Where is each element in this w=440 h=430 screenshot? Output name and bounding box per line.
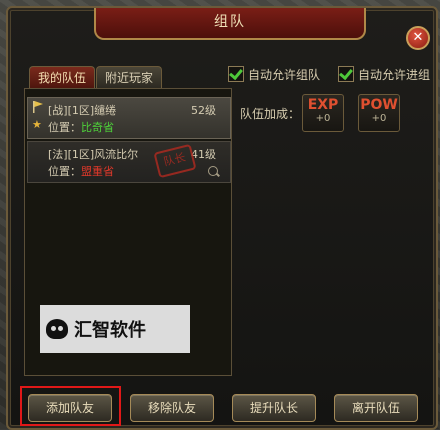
- member-location: 位置：比奇省: [48, 119, 114, 135]
- pow-bonus: POW +0: [358, 94, 400, 132]
- location-value: 比奇省: [81, 121, 114, 134]
- close-button[interactable]: ✕: [406, 26, 430, 50]
- team-bonus-label: 队伍加成：: [240, 107, 301, 121]
- tab-my-team[interactable]: 我的队伍: [29, 66, 96, 89]
- magnifier-icon[interactable]: [208, 166, 218, 176]
- remove-teammate-button[interactable]: 移除队友: [130, 394, 214, 422]
- member-name: [法][1区]风流比尔: [48, 148, 139, 161]
- auto-allow-join-label: 自动允许进组: [358, 68, 431, 82]
- panel-title: 组队: [94, 8, 366, 40]
- leader-stamp: 队长: [153, 143, 197, 179]
- team-panel: 组队 ✕ 我的队伍 附近玩家 自动允许组队 自动允许进组 ★ [战][1区]缱绻…: [6, 6, 438, 430]
- exp-bonus: EXP +0: [302, 94, 344, 132]
- location-value: 盟重省: [81, 165, 114, 178]
- star-icon: ★: [32, 118, 42, 131]
- member-level: 41级: [191, 148, 216, 161]
- watermark: 汇智软件: [40, 305, 190, 353]
- close-icon: ✕: [412, 30, 424, 45]
- auto-allow-join-checkbox[interactable]: 自动允许进组: [338, 66, 430, 84]
- watermark-text: 汇智软件: [74, 320, 146, 341]
- pow-bonus-value: +0: [371, 113, 387, 124]
- checkbox-checked-icon: [228, 66, 244, 82]
- member-location: 位置：盟重省: [48, 163, 114, 179]
- tab-nearby-players[interactable]: 附近玩家: [96, 66, 163, 89]
- location-label: 位置：: [48, 121, 81, 134]
- exp-bonus-value: +0: [315, 113, 331, 124]
- member-name: [战][1区]缱绻: [48, 104, 117, 117]
- auto-allow-team-label: 自动允许组队: [248, 68, 321, 82]
- auto-allow-team-checkbox[interactable]: 自动允许组队: [228, 66, 320, 84]
- leave-team-button[interactable]: 离开队伍: [334, 394, 418, 422]
- member-row-1[interactable]: ★ [战][1区]缱绻 52级 位置：比奇省: [27, 97, 231, 139]
- checkbox-checked-icon: [338, 66, 354, 82]
- pow-bonus-name: POW: [360, 97, 398, 113]
- member-level: 52级: [191, 104, 216, 117]
- watermark-logo-icon: [46, 319, 68, 339]
- highlight-box: [20, 386, 121, 426]
- member-row-2[interactable]: [法][1区]风流比尔 41级 队长 位置：盟重省: [27, 141, 231, 183]
- exp-bonus-name: EXP: [307, 97, 339, 113]
- leader-flag-icon: [33, 101, 43, 113]
- promote-leader-button[interactable]: 提升队长: [232, 394, 316, 422]
- location-label: 位置：: [48, 165, 81, 178]
